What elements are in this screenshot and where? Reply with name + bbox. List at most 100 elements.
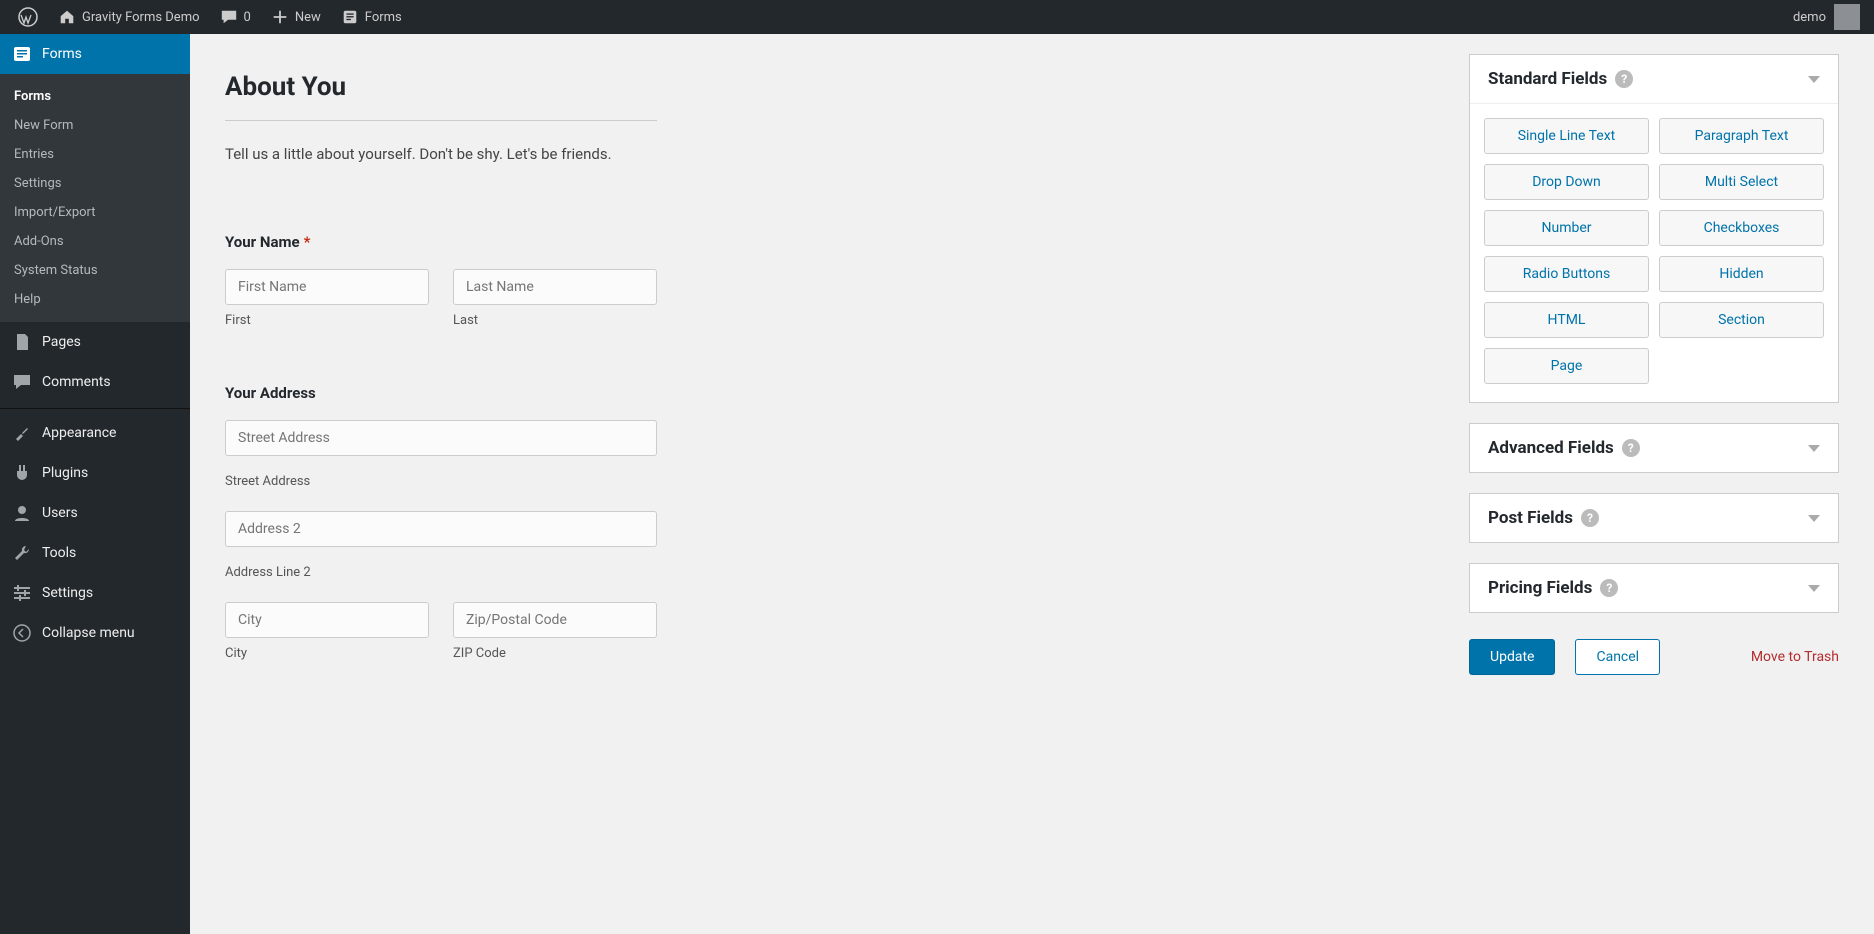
standard-fields-title: Standard Fields <box>1488 69 1607 89</box>
post-fields-title: Post Fields <box>1488 508 1573 528</box>
form-description: Tell us a little about yourself. Don't b… <box>225 145 657 163</box>
sidebar-item-label: Forms <box>42 46 82 62</box>
submenu-system-status[interactable]: System Status <box>0 256 190 285</box>
last-name-input[interactable] <box>453 269 657 305</box>
submenu-addons[interactable]: Add-Ons <box>0 227 190 256</box>
forms-label: Forms <box>365 10 402 25</box>
caret-icon <box>1808 515 1820 522</box>
first-name-input[interactable] <box>225 269 429 305</box>
name-label: Your Name* <box>225 233 657 251</box>
site-name-item[interactable]: Gravity Forms Demo <box>48 0 210 34</box>
field-checkboxes[interactable]: Checkboxes <box>1659 210 1824 246</box>
zip-input[interactable] <box>453 602 657 638</box>
caret-icon <box>1808 585 1820 592</box>
site-name: Gravity Forms Demo <box>82 10 200 25</box>
submenu-new-form[interactable]: New Form <box>0 111 190 140</box>
help-icon[interactable]: ? <box>1615 70 1633 88</box>
caret-icon <box>1808 76 1820 83</box>
pricing-fields-panel: Pricing Fields? <box>1469 563 1839 613</box>
post-fields-header[interactable]: Post Fields? <box>1470 494 1838 542</box>
sidebar-item-label: Tools <box>42 545 76 561</box>
home-icon <box>58 8 76 26</box>
street-sublabel: Street Address <box>225 474 657 489</box>
last-sublabel: Last <box>453 313 657 328</box>
zip-sublabel: ZIP Code <box>453 646 657 661</box>
submenu-import-export[interactable]: Import/Export <box>0 198 190 227</box>
field-page[interactable]: Page <box>1484 348 1649 384</box>
sidebar-item-label: Appearance <box>42 425 116 441</box>
standard-fields-header[interactable]: Standard Fields? <box>1470 55 1838 103</box>
wordpress-icon <box>18 7 38 27</box>
admin-sidebar: Forms Forms New Form Entries Settings Im… <box>0 34 190 934</box>
field-drop-down[interactable]: Drop Down <box>1484 164 1649 200</box>
field-radio-buttons[interactable]: Radio Buttons <box>1484 256 1649 292</box>
forms-submenu: Forms New Form Entries Settings Import/E… <box>0 74 190 322</box>
comments-item[interactable]: 0 <box>210 0 261 34</box>
move-to-trash-link[interactable]: Move to Trash <box>1751 649 1839 665</box>
pages-icon <box>12 332 32 352</box>
plus-icon <box>271 8 289 26</box>
wp-logo[interactable] <box>8 0 48 34</box>
sidebar-item-forms[interactable]: Forms <box>0 34 190 74</box>
submenu-settings[interactable]: Settings <box>0 169 190 198</box>
cancel-button[interactable]: Cancel <box>1575 639 1660 675</box>
help-icon[interactable]: ? <box>1581 509 1599 527</box>
advanced-fields-title: Advanced Fields <box>1488 438 1614 458</box>
pricing-fields-title: Pricing Fields <box>1488 578 1592 598</box>
address-label: Your Address <box>225 384 657 402</box>
submenu-help[interactable]: Help <box>0 285 190 314</box>
address2-input[interactable] <box>225 511 657 547</box>
advanced-fields-header[interactable]: Advanced Fields? <box>1470 424 1838 472</box>
name-field[interactable]: Your Name* First Last <box>225 233 657 328</box>
new-item[interactable]: New <box>261 0 331 34</box>
help-icon[interactable]: ? <box>1600 579 1618 597</box>
forms-item[interactable]: Forms <box>331 0 412 34</box>
users-icon <box>12 503 32 523</box>
help-icon[interactable]: ? <box>1622 439 1640 457</box>
submenu-entries[interactable]: Entries <box>0 140 190 169</box>
forms-icon <box>341 8 359 26</box>
field-paragraph-text[interactable]: Paragraph Text <box>1659 118 1824 154</box>
field-number[interactable]: Number <box>1484 210 1649 246</box>
submenu-forms[interactable]: Forms <box>0 82 190 111</box>
city-input[interactable] <box>225 602 429 638</box>
avatar[interactable] <box>1834 4 1860 30</box>
sidebar-item-label: Comments <box>42 374 111 390</box>
new-label: New <box>295 10 321 25</box>
sidebar-item-label: Users <box>42 505 78 521</box>
collapse-icon <box>12 623 32 643</box>
field-hidden[interactable]: Hidden <box>1659 256 1824 292</box>
sidebar-item-comments[interactable]: Comments <box>0 362 190 402</box>
sidebar-item-appearance[interactable]: Appearance <box>0 413 190 453</box>
admin-bar: Gravity Forms Demo 0 New Forms demo <box>0 0 1874 34</box>
required-star: * <box>304 233 311 251</box>
sidebar-item-users[interactable]: Users <box>0 493 190 533</box>
advanced-fields-panel: Advanced Fields? <box>1469 423 1839 473</box>
field-single-line-text[interactable]: Single Line Text <box>1484 118 1649 154</box>
sidebar-item-label: Pages <box>42 334 81 350</box>
field-html[interactable]: HTML <box>1484 302 1649 338</box>
title-rule <box>225 120 657 121</box>
comment-icon <box>220 8 238 26</box>
field-multi-select[interactable]: Multi Select <box>1659 164 1824 200</box>
update-button[interactable]: Update <box>1469 639 1555 675</box>
action-row: Update Cancel Move to Trash <box>1469 639 1839 675</box>
pricing-fields-header[interactable]: Pricing Fields? <box>1470 564 1838 612</box>
standard-fields-panel: Standard Fields? Single Line Text Paragr… <box>1469 54 1839 403</box>
city-sublabel: City <box>225 646 429 661</box>
post-fields-panel: Post Fields? <box>1469 493 1839 543</box>
user-name[interactable]: demo <box>1793 10 1826 25</box>
first-sublabel: First <box>225 313 429 328</box>
sidebar-item-plugins[interactable]: Plugins <box>0 453 190 493</box>
address-field[interactable]: Your Address Street Address Address Line… <box>225 384 657 661</box>
form-title: About You <box>225 72 657 102</box>
field-section[interactable]: Section <box>1659 302 1824 338</box>
comments-count: 0 <box>244 10 251 25</box>
street-input[interactable] <box>225 420 657 456</box>
forms-menu-icon <box>12 44 32 64</box>
sidebar-item-tools[interactable]: Tools <box>0 533 190 573</box>
sidebar-item-settings[interactable]: Settings <box>0 573 190 613</box>
sidebar-item-pages[interactable]: Pages <box>0 322 190 362</box>
caret-icon <box>1808 445 1820 452</box>
sidebar-item-collapse[interactable]: Collapse menu <box>0 613 190 653</box>
